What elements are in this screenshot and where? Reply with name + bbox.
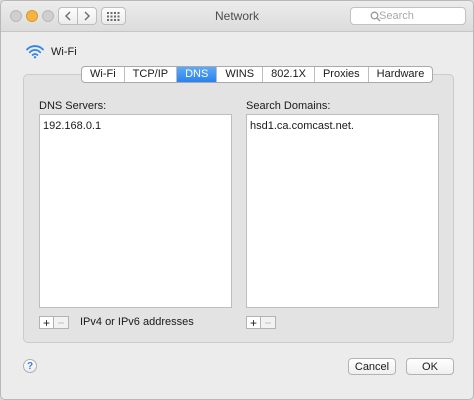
dns-servers-label: DNS Servers:	[39, 100, 107, 112]
network-window: Network Wi-Fi Wi-Fi TCP/IP DNS WINS 802.…	[0, 0, 474, 400]
interface-header: Wi-Fi	[25, 44, 77, 59]
list-item[interactable]: 192.168.0.1	[43, 119, 228, 133]
remove-search-domain-button[interactable]: −	[261, 316, 276, 329]
dns-servers-controls: + − IPv4 or IPv6 addresses	[39, 316, 194, 329]
tab-hardware[interactable]: Hardware	[369, 67, 433, 82]
remove-dns-server-button[interactable]: −	[54, 316, 69, 329]
search-domains-label: Search Domains:	[246, 100, 331, 112]
title-bar: Network	[1, 1, 473, 32]
tab-wins[interactable]: WINS	[217, 67, 264, 82]
tab-proxies[interactable]: Proxies	[315, 67, 369, 82]
search-domains-controls: + −	[246, 316, 276, 329]
tab-tcpip[interactable]: TCP/IP	[125, 67, 178, 82]
dns-servers-list[interactable]: 192.168.0.1	[39, 114, 232, 308]
tab-bar: Wi-Fi TCP/IP DNS WINS 802.1X Proxies Har…	[81, 66, 434, 83]
search-icon	[370, 11, 381, 22]
tab-wifi[interactable]: Wi-Fi	[82, 67, 125, 82]
tab-dns[interactable]: DNS	[177, 67, 218, 82]
dns-servers-hint: IPv4 or IPv6 addresses	[80, 316, 194, 328]
list-item[interactable]: hsd1.ca.comcast.net.	[250, 119, 435, 133]
ok-button[interactable]: OK	[406, 358, 454, 375]
wifi-icon	[26, 45, 44, 59]
cancel-button[interactable]: Cancel	[348, 358, 396, 375]
tab-8021x[interactable]: 802.1X	[263, 67, 315, 82]
help-button[interactable]: ?	[23, 359, 37, 373]
search-field[interactable]	[350, 7, 466, 25]
search-domains-list[interactable]: hsd1.ca.comcast.net.	[246, 114, 439, 308]
add-dns-server-button[interactable]: +	[39, 316, 54, 329]
interface-name: Wi-Fi	[51, 45, 77, 58]
search-input[interactable]	[379, 9, 459, 23]
add-search-domain-button[interactable]: +	[246, 316, 261, 329]
